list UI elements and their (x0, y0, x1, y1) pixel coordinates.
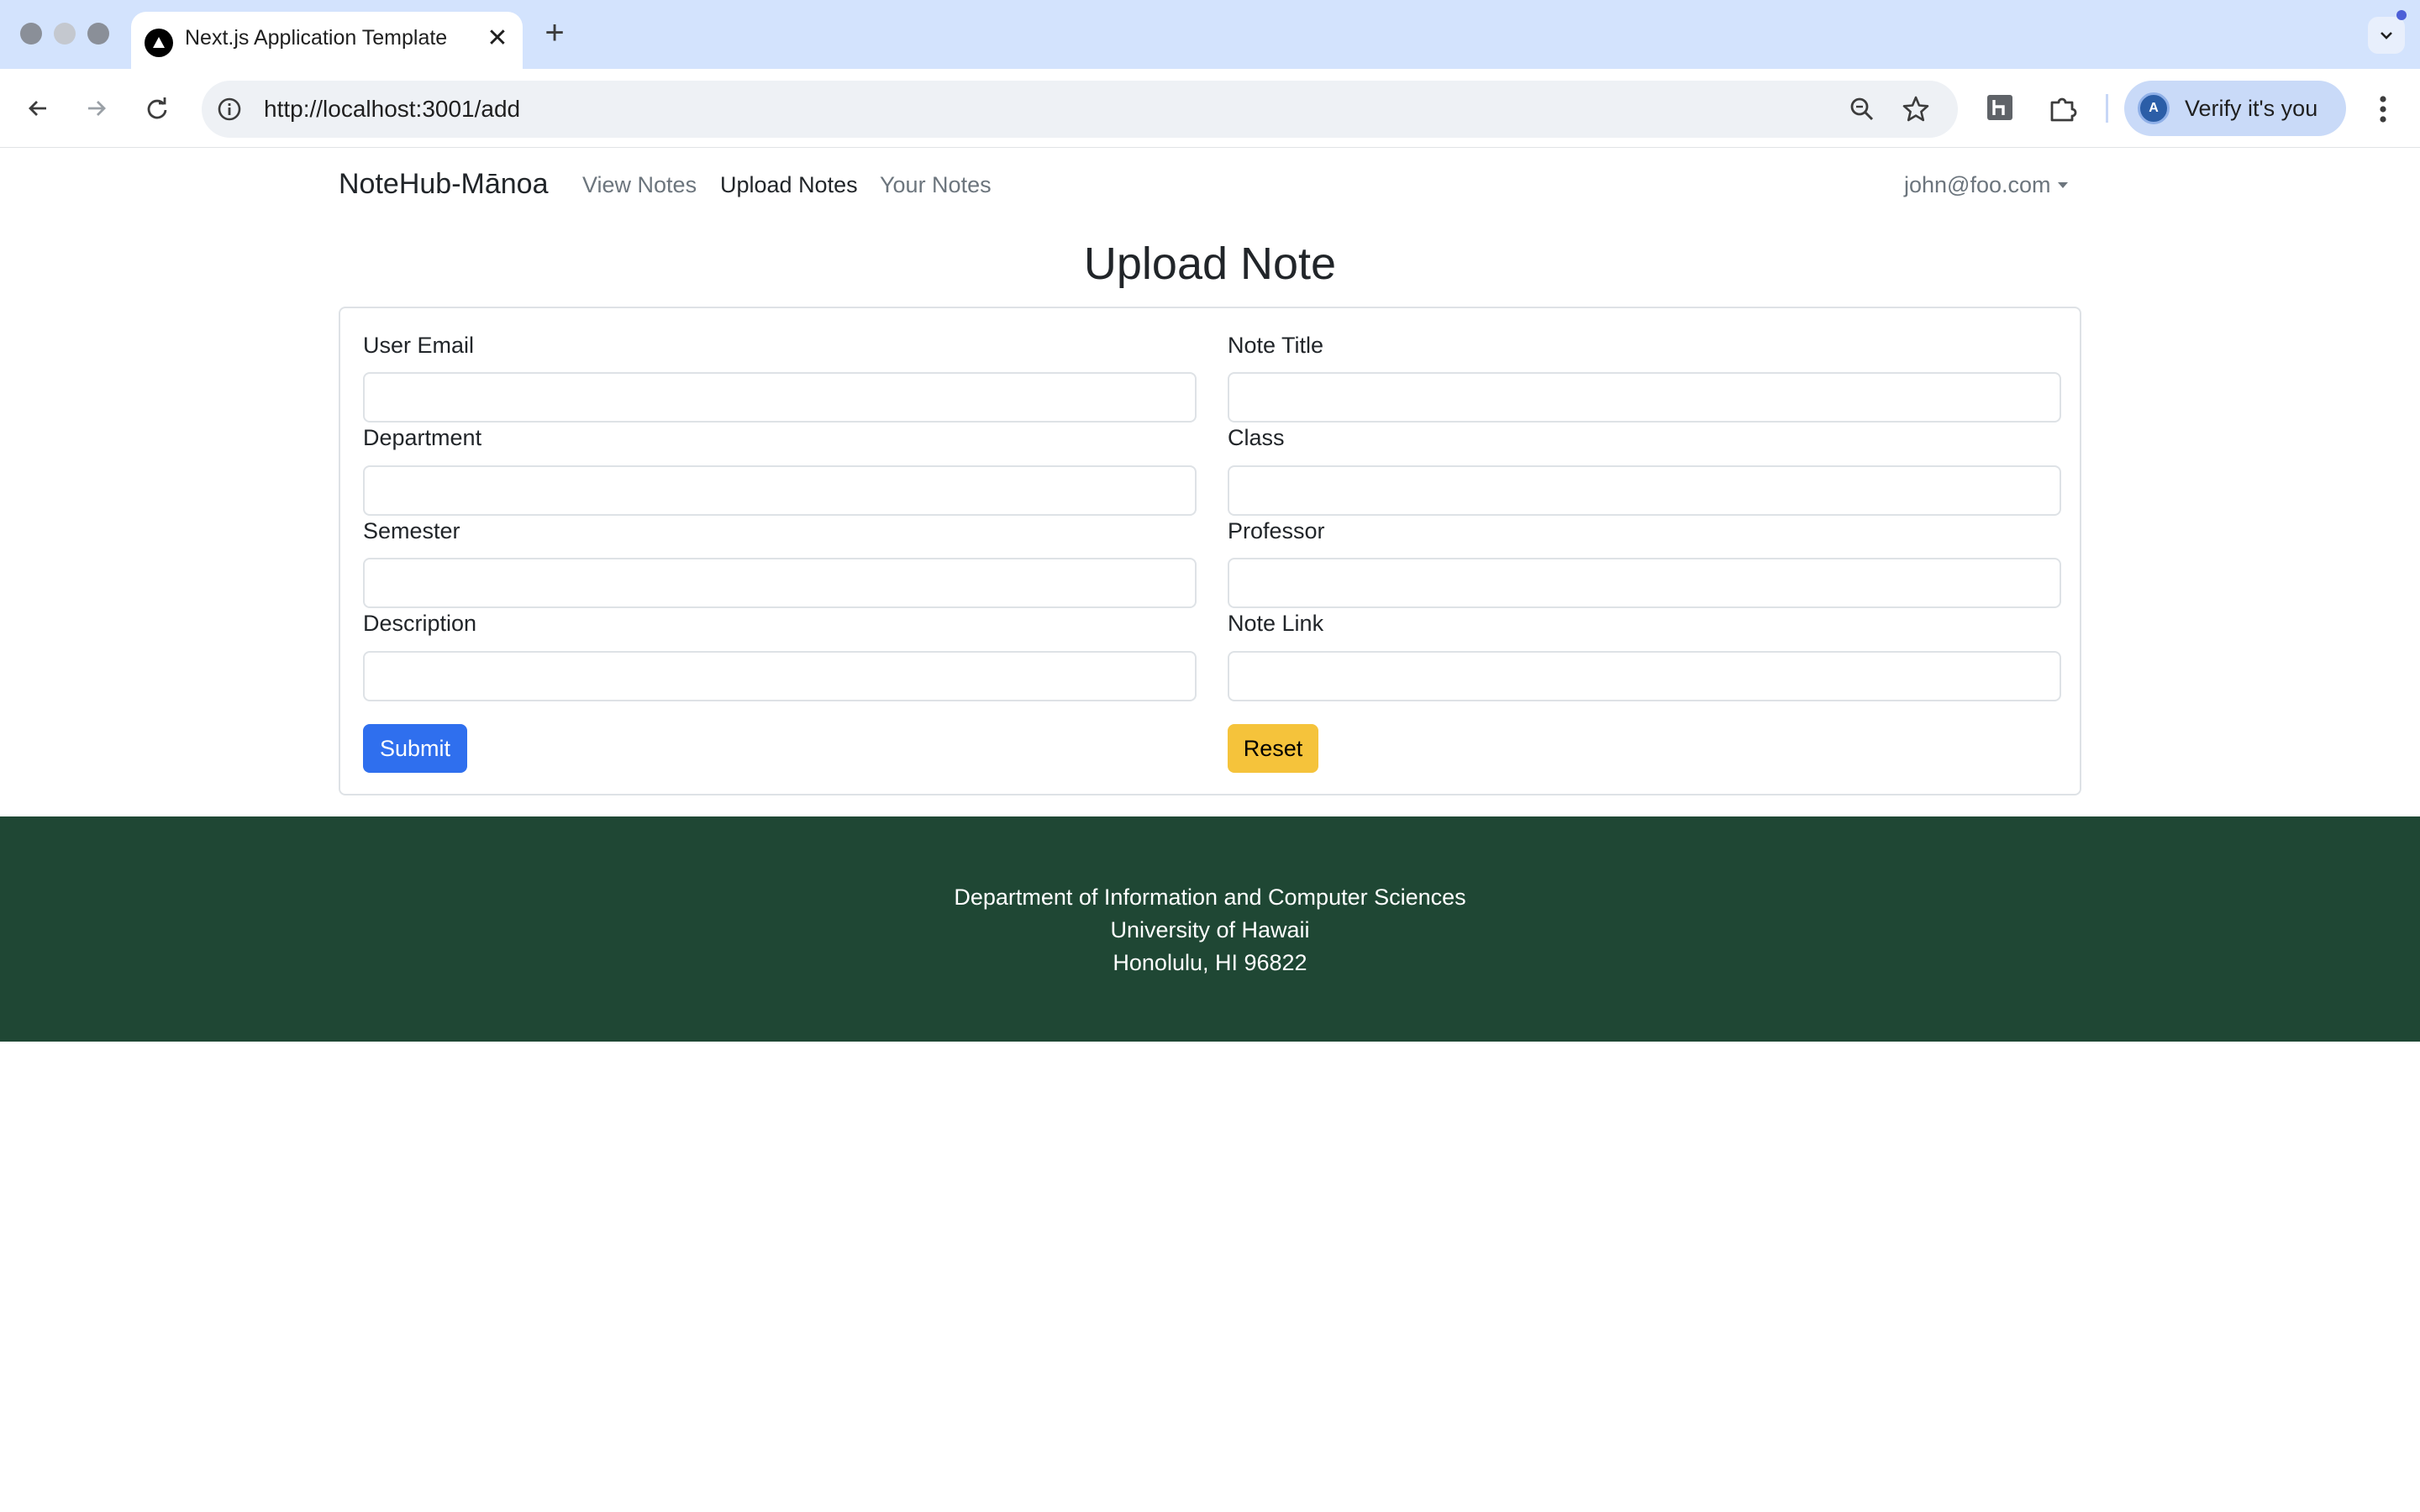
window-minimize-button[interactable] (54, 23, 76, 45)
site-info-icon[interactable] (215, 95, 244, 123)
reset-button[interactable]: Reset (1228, 724, 1318, 773)
submit-button[interactable]: Submit (363, 724, 467, 773)
browser-tab-strip: Next.js Application Template ✕ + (0, 0, 2420, 69)
description-input[interactable] (363, 651, 1197, 701)
profile-avatar: A (2138, 92, 2170, 124)
user-email-label: User Email (363, 333, 475, 358)
reload-button[interactable] (138, 89, 176, 128)
back-button[interactable] (18, 89, 57, 128)
note-link-input[interactable] (1228, 651, 2061, 701)
footer-address: Honolulu, HI 96822 (1113, 950, 1307, 975)
arrow-right-icon (88, 101, 106, 116)
extension-h-icon[interactable] (1985, 92, 2015, 123)
new-tab-button[interactable]: + (538, 16, 571, 50)
brand-logo[interactable]: NoteHub-Mānoa (339, 165, 548, 202)
nav-upload-notes[interactable]: Upload Notes (720, 170, 858, 200)
chevron-down-icon (2381, 32, 2392, 39)
class-input[interactable] (1228, 465, 2061, 516)
department-label: Department (363, 425, 482, 450)
site-footer: Department of Information and Computer S… (0, 816, 2420, 1042)
arrow-left-icon (29, 101, 46, 116)
tab-close-icon[interactable]: ✕ (482, 24, 513, 54)
toolbar-divider (2106, 94, 2108, 123)
address-bar[interactable]: http://localhost:3001/add (202, 81, 1958, 138)
note-title-label: Note Title (1228, 333, 1324, 358)
kebab-menu-icon[interactable] (2368, 92, 2398, 126)
semester-label: Semester (363, 518, 460, 543)
user-email: john@foo.com (1904, 172, 2051, 197)
semester-input[interactable] (363, 558, 1197, 608)
user-email-input[interactable] (363, 372, 1197, 423)
class-label: Class (1228, 425, 1285, 450)
extensions-puzzle-icon[interactable] (2047, 92, 2079, 124)
professor-input[interactable] (1228, 558, 2061, 608)
notification-dot (2396, 10, 2407, 20)
url-text[interactable]: http://localhost:3001/add (264, 94, 520, 124)
forward-button[interactable] (77, 89, 116, 128)
nextjs-favicon-icon (145, 29, 173, 57)
upload-note-form: User Email Note Title Department Class S… (339, 307, 2081, 795)
zoom-icon[interactable] (1847, 94, 1877, 124)
footer-university: University of Hawaii (1110, 917, 1310, 942)
description-label: Description (363, 611, 477, 636)
verify-label: Verify it's you (2185, 96, 2318, 121)
tab-search-button[interactable] (2368, 10, 2407, 54)
nav-view-notes[interactable]: View Notes (582, 170, 697, 200)
window-close-button[interactable] (20, 23, 42, 45)
window-maximize-button[interactable] (87, 23, 109, 45)
footer-department: Department of Information and Computer S… (954, 885, 1466, 910)
professor-label: Professor (1228, 518, 1325, 543)
verify-profile-button[interactable]: A Verify it's you (2124, 81, 2346, 136)
note-link-label: Note Link (1228, 611, 1324, 636)
note-title-input[interactable] (1228, 372, 2061, 423)
nav-your-notes[interactable]: Your Notes (880, 170, 992, 200)
user-dropdown[interactable]: john@foo.com (1904, 170, 2068, 200)
tab-title: Next.js Application Template (185, 26, 448, 50)
department-input[interactable] (363, 465, 1197, 516)
page-title: Upload Note (1083, 239, 1337, 289)
browser-tab[interactable]: Next.js Application Template ✕ (131, 12, 523, 69)
site-navbar: NoteHub-Mānoa View Notes Upload Notes Yo… (0, 148, 2420, 222)
reload-icon (147, 97, 167, 119)
caret-down-icon (2057, 182, 2068, 188)
bookmark-star-icon[interactable] (1901, 94, 1931, 124)
